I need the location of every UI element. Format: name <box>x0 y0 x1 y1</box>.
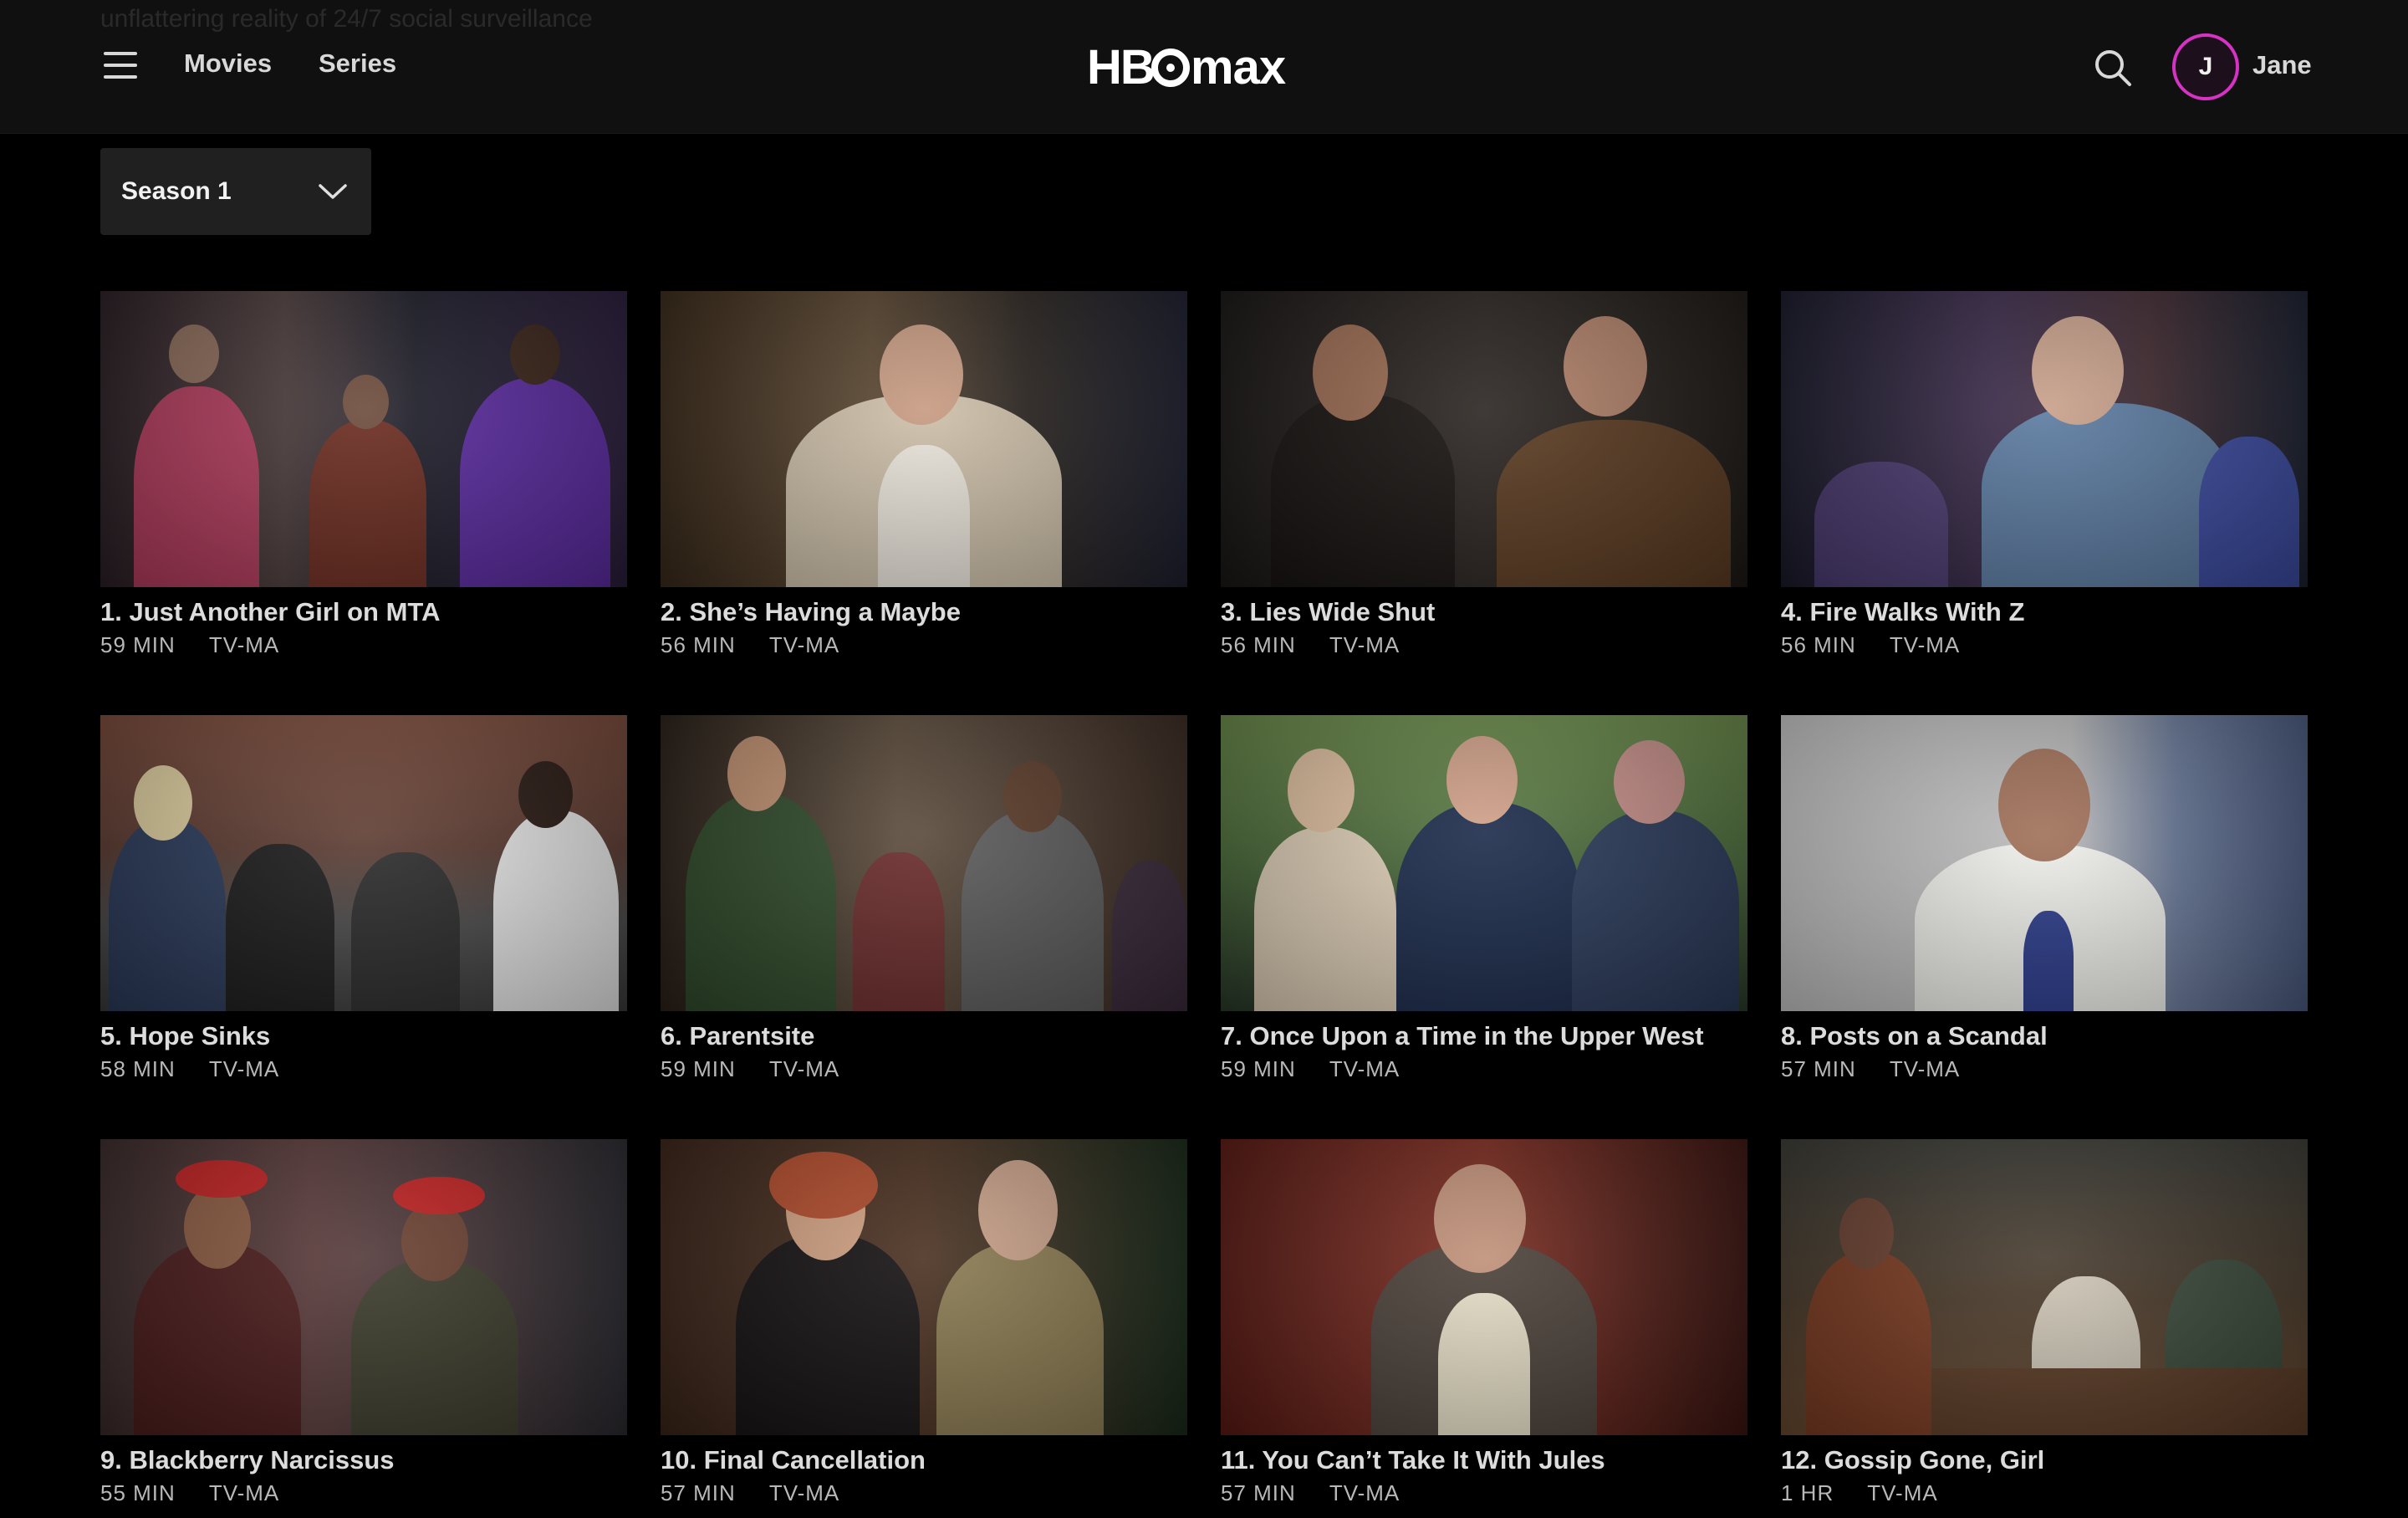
episode-thumbnail[interactable] <box>100 715 627 1011</box>
nav-series-link[interactable]: Series <box>319 49 396 79</box>
episode-card[interactable]: 10. Final Cancellation 57 MIN TV-MA <box>661 1139 1187 1518</box>
episode-duration: 57 MIN <box>1781 1056 1856 1081</box>
episode-grid: 1. Just Another Girl on MTA 59 MIN TV-MA… <box>100 291 2308 1518</box>
hbomax-logo[interactable]: HB max <box>1087 42 1321 94</box>
episode-duration: 55 MIN <box>100 1480 176 1505</box>
episode-card[interactable]: 12. Gossip Gone, Girl 1 HR TV-MA <box>1781 1139 2308 1518</box>
episode-duration: 59 MIN <box>100 632 176 657</box>
episode-thumbnail[interactable] <box>1781 1139 2308 1435</box>
episode-title: 6. Parentsite <box>661 1021 815 1050</box>
episode-rating: TV-MA <box>768 632 840 657</box>
episode-title: 8. Posts on a Scandal <box>1781 1021 2048 1050</box>
episode-card[interactable]: 1. Just Another Girl on MTA 59 MIN TV-MA <box>100 291 627 670</box>
episode-card[interactable]: 2. She’s Having a Maybe 56 MIN TV-MA <box>661 291 1187 670</box>
svg-text:HB: HB <box>1087 42 1154 94</box>
nav-movies-link[interactable]: Movies <box>184 49 272 79</box>
episode-duration: 58 MIN <box>100 1056 176 1081</box>
episode-rating: TV-MA <box>1329 1480 1400 1505</box>
user-name[interactable]: Jane <box>2252 50 2312 80</box>
episode-thumbnail[interactable] <box>100 1139 627 1435</box>
svg-text:max: max <box>1191 42 1286 94</box>
background-description-text: unflattering reality of 24/7 social surv… <box>100 5 593 33</box>
episode-title: 10. Final Cancellation <box>661 1445 926 1475</box>
episode-card[interactable]: 3. Lies Wide Shut 56 MIN TV-MA <box>1221 291 1747 670</box>
episode-thumbnail[interactable] <box>661 715 1187 1011</box>
season-dropdown[interactable]: Season 1 <box>100 148 371 235</box>
episode-card[interactable]: 5. Hope Sinks 58 MIN TV-MA <box>100 715 627 1094</box>
episode-card[interactable]: 7. Once Upon a Time in the Upper West 59… <box>1221 715 1747 1094</box>
episode-duration: 57 MIN <box>661 1480 736 1505</box>
episode-rating: TV-MA <box>768 1480 840 1505</box>
episode-duration: 56 MIN <box>1221 632 1296 657</box>
menu-icon[interactable] <box>104 52 137 79</box>
episode-card[interactable]: 9. Blackberry Narcissus 55 MIN TV-MA <box>100 1139 627 1518</box>
episode-card[interactable]: 8. Posts on a Scandal 57 MIN TV-MA <box>1781 715 2308 1094</box>
episode-duration: 59 MIN <box>1221 1056 1296 1081</box>
episode-thumbnail[interactable] <box>1781 715 2308 1011</box>
episode-duration: 56 MIN <box>661 632 736 657</box>
top-navigation-bar: unflattering reality of 24/7 social surv… <box>0 0 2408 134</box>
episode-card[interactable]: 6. Parentsite 59 MIN TV-MA <box>661 715 1187 1094</box>
episode-thumbnail[interactable] <box>1221 291 1747 587</box>
episode-rating: TV-MA <box>1889 1056 1961 1081</box>
episode-duration: 56 MIN <box>1781 632 1856 657</box>
episode-title: 12. Gossip Gone, Girl <box>1781 1445 2045 1475</box>
episode-rating: TV-MA <box>208 632 280 657</box>
episode-title: 2. She’s Having a Maybe <box>661 597 961 626</box>
episode-card[interactable]: 11. You Can’t Take It With Jules 57 MIN … <box>1221 1139 1747 1518</box>
episode-title: 11. You Can’t Take It With Jules <box>1221 1445 1605 1475</box>
episode-duration: 59 MIN <box>661 1056 736 1081</box>
episode-title: 9. Blackberry Narcissus <box>100 1445 395 1475</box>
season-dropdown-value: Season 1 <box>121 177 232 205</box>
episode-card[interactable]: 4. Fire Walks With Z 56 MIN TV-MA <box>1781 291 2308 670</box>
episode-thumbnail[interactable] <box>1221 1139 1747 1435</box>
search-icon[interactable] <box>2092 47 2134 89</box>
episode-title: 1. Just Another Girl on MTA <box>100 597 441 626</box>
episode-duration: 1 HR <box>1781 1480 1834 1505</box>
episode-rating: TV-MA <box>208 1056 280 1081</box>
episode-thumbnail[interactable] <box>1781 291 2308 587</box>
chevron-down-icon <box>319 184 347 199</box>
episode-thumbnail[interactable] <box>661 291 1187 587</box>
episode-thumbnail[interactable] <box>661 1139 1187 1435</box>
episode-title: 7. Once Upon a Time in the Upper West <box>1221 1021 1704 1050</box>
episode-duration: 57 MIN <box>1221 1480 1296 1505</box>
episode-rating: TV-MA <box>208 1480 280 1505</box>
episode-title: 3. Lies Wide Shut <box>1221 597 1436 626</box>
episode-rating: TV-MA <box>1867 1480 1938 1505</box>
episode-title: 4. Fire Walks With Z <box>1781 597 2025 626</box>
episode-thumbnail[interactable] <box>1221 715 1747 1011</box>
episode-thumbnail[interactable] <box>100 291 627 587</box>
episode-rating: TV-MA <box>1329 632 1400 657</box>
episode-rating: TV-MA <box>1889 632 1961 657</box>
episode-rating: TV-MA <box>768 1056 840 1081</box>
user-avatar[interactable]: J <box>2172 33 2239 100</box>
episode-rating: TV-MA <box>1329 1056 1400 1081</box>
episode-title: 5. Hope Sinks <box>100 1021 271 1050</box>
